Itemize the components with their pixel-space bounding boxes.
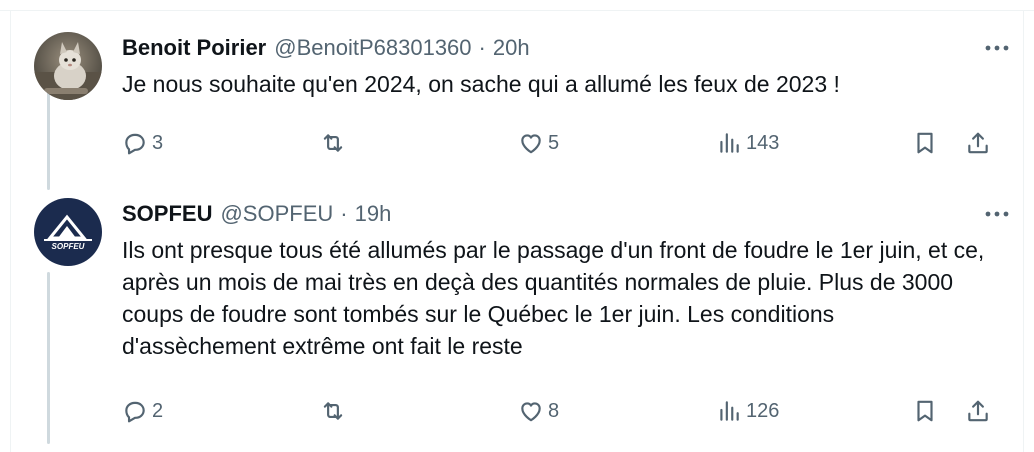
views-button[interactable]: 126 bbox=[716, 396, 779, 426]
retweet-button[interactable] bbox=[320, 396, 350, 426]
reply-button[interactable]: 3 bbox=[122, 128, 163, 158]
frame-top-border bbox=[0, 10, 1034, 11]
reply-count: 3 bbox=[152, 131, 164, 154]
share-icon bbox=[968, 400, 988, 422]
more-options-icon[interactable] bbox=[982, 202, 1012, 226]
sopfeu-logo-text: SOPFEU bbox=[52, 242, 85, 251]
views-chart-icon bbox=[720, 401, 739, 421]
separator: · bbox=[478, 35, 486, 60]
action-bar: 3 5 143 bbox=[122, 128, 1020, 158]
heart-icon bbox=[521, 402, 541, 422]
user-handle[interactable]: @BenoitP68301360 bbox=[274, 35, 471, 61]
separator: · bbox=[340, 201, 348, 226]
frame-right-border bbox=[1023, 10, 1024, 452]
bookmark-icon bbox=[917, 132, 933, 154]
views-button[interactable]: 143 bbox=[716, 128, 779, 158]
retweet-icon bbox=[323, 134, 343, 152]
avatar[interactable]: SOPFEU bbox=[34, 198, 102, 266]
cat-photo-avatar-icon bbox=[34, 32, 102, 100]
tweet-header: Benoit Poirier @BenoitP68301360 · 20h bbox=[122, 30, 1020, 66]
retweet-icon bbox=[323, 402, 343, 420]
heart-icon bbox=[521, 134, 541, 154]
view-count: 126 bbox=[746, 399, 780, 422]
share-icon bbox=[968, 132, 988, 154]
like-count: 5 bbox=[548, 131, 560, 154]
tweet-text: Ils ont presque tous été allumés par le … bbox=[122, 237, 985, 359]
share-button[interactable] bbox=[965, 128, 991, 158]
like-button[interactable]: 5 bbox=[518, 128, 559, 158]
frame-left-border bbox=[10, 10, 11, 452]
reply-icon bbox=[125, 401, 145, 423]
share-button[interactable] bbox=[965, 396, 991, 426]
tweet-header: SOPFEU @SOPFEU · 19h bbox=[122, 196, 1020, 232]
bookmark-button[interactable] bbox=[912, 128, 938, 158]
views-chart-icon bbox=[720, 133, 739, 153]
bookmark-icon bbox=[917, 400, 933, 422]
reply-icon bbox=[125, 133, 145, 155]
user-handle[interactable]: @SOPFEU bbox=[220, 201, 333, 227]
sopfeu-logo-icon: SOPFEU bbox=[34, 198, 102, 266]
reply-count: 2 bbox=[152, 399, 164, 422]
reply-button[interactable]: 2 bbox=[122, 396, 163, 426]
like-button[interactable]: 8 bbox=[518, 396, 559, 426]
tweet-sopfeu[interactable]: SOPFEU SOPFEU @SOPFEU · 19h Ils ont pres… bbox=[20, 196, 1020, 446]
timestamp[interactable]: 19h bbox=[355, 201, 392, 227]
timestamp[interactable]: 20h bbox=[493, 35, 530, 61]
tweet-benoit-poirier[interactable]: Benoit Poirier @BenoitP68301360 · 20h Je… bbox=[20, 30, 1020, 200]
view-count: 143 bbox=[746, 131, 780, 154]
tweet-text: Je nous souhaite qu'en 2024, on sache qu… bbox=[122, 71, 840, 97]
display-name[interactable]: Benoit Poirier bbox=[122, 35, 266, 61]
action-bar: 2 8 126 bbox=[122, 396, 1020, 426]
like-count: 8 bbox=[548, 399, 560, 422]
avatar[interactable] bbox=[34, 32, 102, 100]
bookmark-button[interactable] bbox=[912, 396, 938, 426]
more-options-icon[interactable] bbox=[982, 36, 1012, 60]
retweet-button[interactable] bbox=[320, 128, 350, 158]
display-name[interactable]: SOPFEU bbox=[122, 201, 212, 227]
